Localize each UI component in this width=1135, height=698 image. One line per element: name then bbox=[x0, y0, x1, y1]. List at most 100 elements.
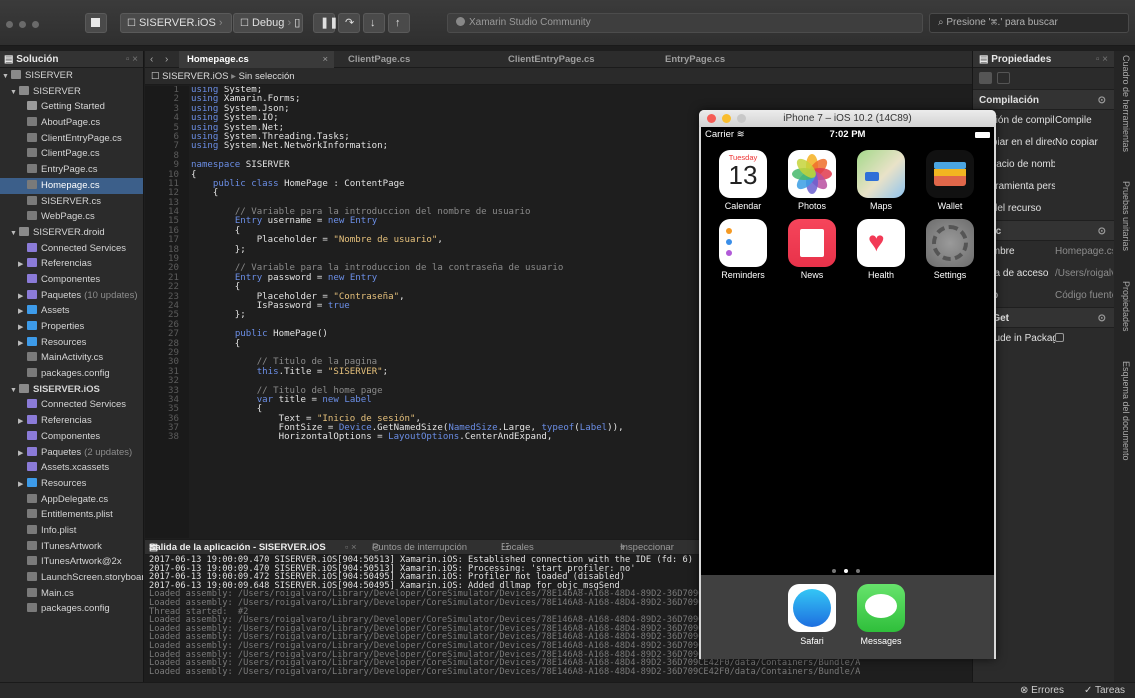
tree-item[interactable]: Assets.xcassets bbox=[0, 460, 143, 476]
tree-item[interactable]: ClientEntryPage.cs bbox=[0, 131, 143, 147]
nav-back-icon[interactable]: ‹ bbox=[150, 51, 153, 68]
step-into-button[interactable]: ↓ bbox=[363, 13, 385, 33]
step-over-button[interactable]: ↷ bbox=[338, 13, 360, 33]
search-input[interactable]: ⌕ Presione '⌘.' para buscar bbox=[929, 13, 1129, 33]
tab-entrypage[interactable]: EntryPage.cs bbox=[657, 51, 812, 68]
safari-app[interactable] bbox=[788, 584, 836, 632]
tree-item[interactable]: Entitlements.plist bbox=[0, 507, 143, 523]
expanded-arrow-icon[interactable]: ▼ bbox=[2, 69, 11, 84]
sim-zoom-button[interactable] bbox=[737, 114, 746, 123]
tree-item[interactable]: ▶ Referencias bbox=[0, 256, 143, 272]
tree-item[interactable]: ▶ Resources bbox=[0, 476, 143, 492]
collapse-icon[interactable]: ⊙ bbox=[1098, 308, 1106, 329]
tree-item[interactable]: Connected Services bbox=[0, 397, 143, 413]
page-dot[interactable] bbox=[832, 569, 836, 573]
sim-minimize-button[interactable] bbox=[722, 114, 731, 123]
tab-clientpage[interactable]: ClientPage.cs bbox=[340, 51, 495, 68]
health-app[interactable]: ♥ bbox=[857, 219, 905, 267]
config-selector[interactable]: ☐ Debug › ▯ bbox=[233, 13, 303, 33]
tree-item[interactable]: ITunesArtwork bbox=[0, 539, 143, 555]
tree-item[interactable]: Main.cs bbox=[0, 586, 143, 602]
property-value[interactable]: Código fuente de C# bbox=[1055, 285, 1113, 307]
tree-item[interactable]: Componentes bbox=[0, 272, 143, 288]
tree-item[interactable]: AppDelegate.cs bbox=[0, 492, 143, 508]
collapse-icon[interactable]: ⊙ bbox=[1098, 221, 1106, 242]
tree-item[interactable]: ▼ SISERVER bbox=[0, 68, 143, 84]
collapsed-arrow-icon[interactable]: ▶ bbox=[18, 320, 27, 335]
page-dot[interactable] bbox=[856, 569, 860, 573]
tree-item[interactable]: ▶ Referencias bbox=[0, 413, 143, 429]
page-dot-active[interactable] bbox=[844, 569, 848, 573]
collapsed-arrow-icon[interactable]: ▶ bbox=[18, 304, 27, 319]
tab-document-outline[interactable]: Esquema del documento bbox=[1117, 361, 1131, 461]
sim-close-button[interactable] bbox=[707, 114, 716, 123]
tree-item[interactable]: Connected Services bbox=[0, 241, 143, 257]
news-app[interactable] bbox=[788, 219, 836, 267]
tree-item[interactable]: MainActivity.cs bbox=[0, 350, 143, 366]
tab-unit-tests[interactable]: Pruebas unitarias bbox=[1117, 181, 1131, 251]
property-value[interactable]: Homepage.cs bbox=[1055, 241, 1113, 263]
tree-item[interactable]: Homepage.cs bbox=[0, 177, 143, 194]
nav-forward-icon[interactable]: › bbox=[165, 51, 168, 68]
tree-item[interactable]: ▼ SISERVER.iOS bbox=[0, 382, 143, 398]
tree-item[interactable]: ▶ Paquetes (2 updates) bbox=[0, 445, 143, 461]
expanded-arrow-icon[interactable]: ▼ bbox=[10, 85, 19, 100]
tree-item[interactable]: packages.config bbox=[0, 601, 143, 617]
property-value[interactable]: /Users/roigalvaro bbox=[1055, 263, 1113, 285]
expanded-arrow-icon[interactable]: ▼ bbox=[10, 226, 19, 241]
sorted-view-icon[interactable] bbox=[997, 72, 1010, 84]
tree-item[interactable]: ▶ Paquetes (10 updates) bbox=[0, 288, 143, 304]
tab-close-icon[interactable]: × bbox=[322, 51, 328, 68]
messages-app[interactable] bbox=[857, 584, 905, 632]
errors-button[interactable]: ⊗ Errores bbox=[1020, 683, 1064, 698]
tab-cliententrypage[interactable]: ClientEntryPage.cs bbox=[500, 51, 655, 68]
categorized-view-icon[interactable] bbox=[979, 72, 992, 84]
tree-item[interactable]: Info.plist bbox=[0, 523, 143, 539]
tree-item[interactable]: EntryPage.cs bbox=[0, 162, 143, 178]
tree-item[interactable]: LaunchScreen.storyboard bbox=[0, 570, 143, 586]
tree-item[interactable]: ▼ SISERVER.droid bbox=[0, 225, 143, 241]
wallet-app[interactable] bbox=[926, 150, 974, 198]
tab-toolbox[interactable]: Cuadro de herramientas bbox=[1117, 55, 1131, 152]
pause-button[interactable]: ❚❚ bbox=[313, 13, 338, 33]
tree-item[interactable]: ▶ Resources bbox=[0, 335, 143, 351]
panel-close-icon[interactable]: ▫ × bbox=[126, 51, 138, 68]
tasks-button[interactable]: ✓ Tareas bbox=[1084, 683, 1125, 698]
checkbox[interactable] bbox=[1055, 333, 1064, 342]
collapsed-arrow-icon[interactable]: ▶ bbox=[18, 336, 27, 351]
calendar-app[interactable]: Tuesday 13 bbox=[719, 150, 767, 198]
property-value[interactable] bbox=[1055, 328, 1113, 350]
code-editor[interactable]: 1 2 3 4 5 6 7 8 9 10 11 12 13 14 15 16 17 18 19 20 21 22 23 24 2… bbox=[145, 86, 705, 538]
tree-item[interactable]: packages.config bbox=[0, 366, 143, 382]
collapsed-arrow-icon[interactable]: ▶ bbox=[18, 414, 27, 429]
tree-item[interactable]: SISERVER.cs bbox=[0, 194, 143, 210]
panel-close-icon[interactable]: ▫ × bbox=[345, 540, 357, 555]
collapsed-arrow-icon[interactable]: ▶ bbox=[18, 477, 27, 492]
tree-item[interactable]: ClientPage.cs bbox=[0, 146, 143, 162]
tree-item[interactable]: Getting Started bbox=[0, 99, 143, 115]
stop-button[interactable] bbox=[85, 13, 107, 33]
tree-item[interactable]: WebPage.cs bbox=[0, 209, 143, 225]
collapsed-arrow-icon[interactable]: ▶ bbox=[18, 257, 27, 272]
collapse-icon[interactable]: ⊙ bbox=[1098, 90, 1106, 111]
step-out-button[interactable]: ↑ bbox=[388, 13, 410, 33]
reminders-app[interactable] bbox=[719, 219, 767, 267]
maps-app[interactable] bbox=[857, 150, 905, 198]
collapsed-arrow-icon[interactable]: ▶ bbox=[18, 289, 27, 304]
property-value[interactable]: Compile bbox=[1055, 110, 1113, 132]
tree-item[interactable]: ▶ Assets bbox=[0, 303, 143, 319]
project-selector[interactable]: ☐ SISERVER.iOS › bbox=[120, 13, 232, 33]
collapsed-arrow-icon[interactable]: ▶ bbox=[18, 446, 27, 461]
tree-item[interactable]: ITunesArtwork@2x bbox=[0, 554, 143, 570]
property-value[interactable]: No copiar bbox=[1055, 132, 1113, 154]
settings-app[interactable] bbox=[926, 219, 974, 267]
tree-item[interactable]: Componentes bbox=[0, 429, 143, 445]
window-minimize-button[interactable] bbox=[19, 21, 26, 28]
property-section-header[interactable]: Compilación ⊙ bbox=[973, 89, 1114, 110]
tab-properties[interactable]: Propiedades bbox=[1117, 281, 1131, 332]
panel-close-icon[interactable]: ▫ × bbox=[1096, 51, 1108, 68]
tree-item[interactable]: AboutPage.cs bbox=[0, 115, 143, 131]
window-close-button[interactable] bbox=[6, 21, 13, 28]
tree-item[interactable]: ▼ SISERVER bbox=[0, 84, 143, 100]
iphone-screen[interactable]: Carrier ≋ 7:02 PM Tuesday 13 Calendar Ph… bbox=[701, 127, 994, 659]
